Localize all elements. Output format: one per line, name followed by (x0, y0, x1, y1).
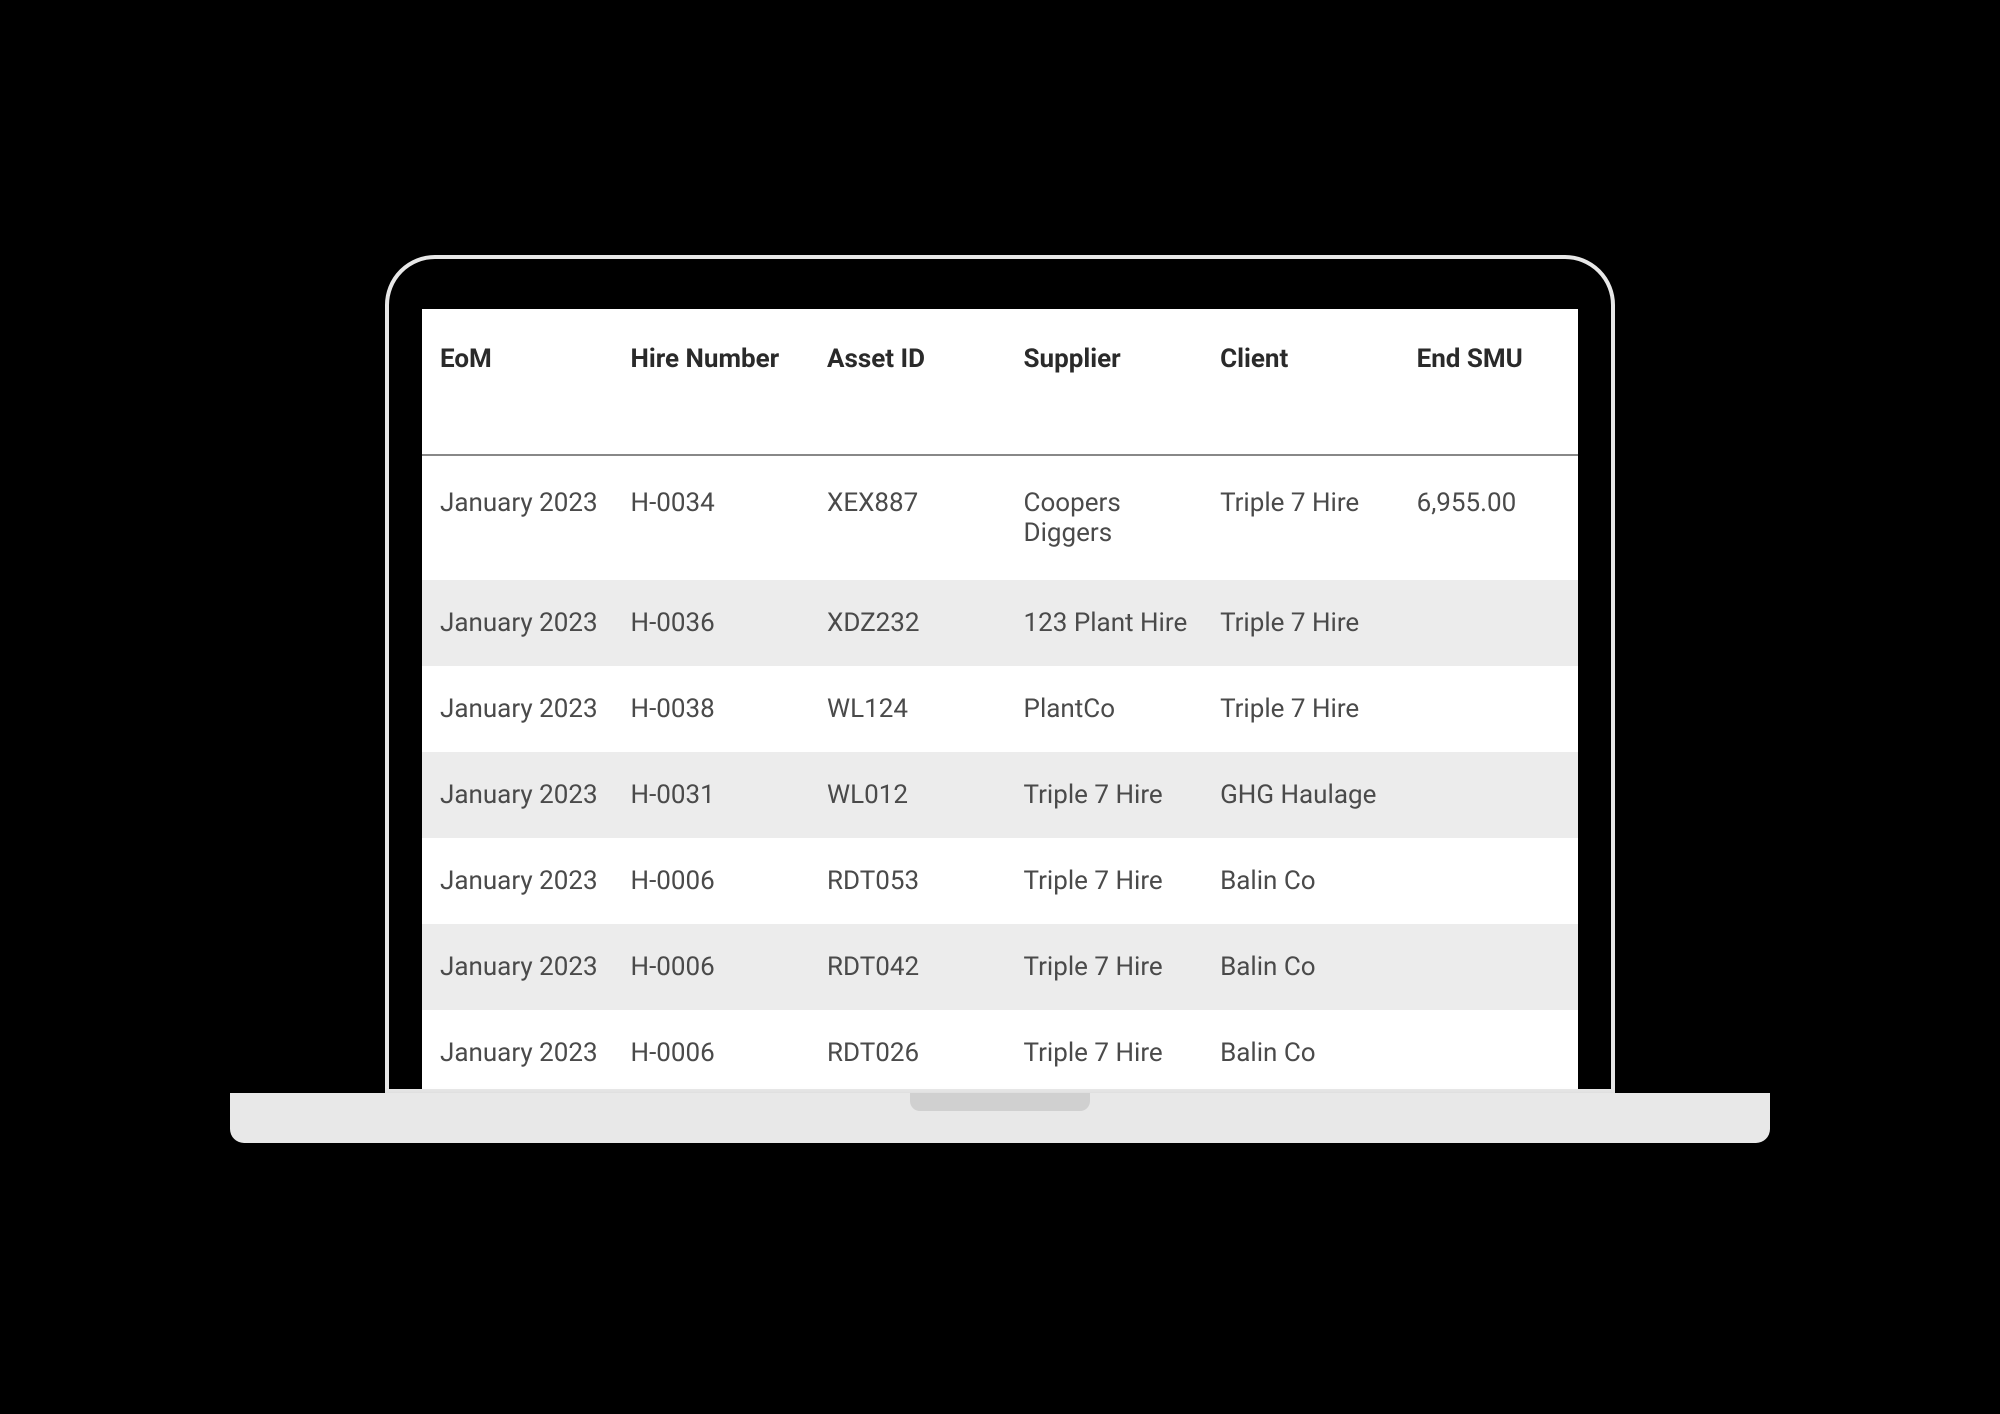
cell-eom: January 2023 (422, 924, 619, 1010)
cell-eom: January 2023 (422, 838, 619, 924)
cell-eom: January 2023 (422, 752, 619, 838)
laptop-mockup: EoM Hire Number Asset ID Supplier Client… (385, 255, 1615, 1143)
cell-client: Triple 7 Hire (1208, 666, 1405, 752)
cell-end-smu (1405, 924, 1578, 1010)
cell-supplier: PlantCo (1012, 666, 1209, 752)
cell-eom: January 2023 (422, 455, 619, 580)
table-row[interactable]: January 2023 H-0034 XEX887 Coopers Digge… (422, 455, 1578, 580)
laptop-base (230, 1093, 1770, 1143)
cell-asset-id: WL012 (815, 752, 1012, 838)
table-row[interactable]: January 2023 H-0038 WL124 PlantCo Triple… (422, 666, 1578, 752)
table-row[interactable]: January 2023 H-0006 RDT042 Triple 7 Hire… (422, 924, 1578, 1010)
laptop-screen-content: EoM Hire Number Asset ID Supplier Client… (422, 309, 1578, 1089)
cell-end-smu (1405, 838, 1578, 924)
cell-hire-number: H-0031 (619, 752, 816, 838)
cell-supplier: Triple 7 Hire (1012, 1010, 1209, 1089)
cell-asset-id: RDT053 (815, 838, 1012, 924)
cell-hire-number: H-0006 (619, 1010, 816, 1089)
table-row[interactable]: January 2023 H-0036 XDZ232 123 Plant Hir… (422, 580, 1578, 666)
table-row[interactable]: January 2023 H-0006 RDT053 Triple 7 Hire… (422, 838, 1578, 924)
cell-asset-id: WL124 (815, 666, 1012, 752)
table-row[interactable]: January 2023 H-0006 RDT026 Triple 7 Hire… (422, 1010, 1578, 1089)
table-body: January 2023 H-0034 XEX887 Coopers Digge… (422, 455, 1578, 1089)
cell-eom: January 2023 (422, 666, 619, 752)
header-supplier[interactable]: Supplier (1012, 309, 1209, 455)
cell-supplier: Triple 7 Hire (1012, 924, 1209, 1010)
cell-hire-number: H-0006 (619, 838, 816, 924)
header-hire-number[interactable]: Hire Number (619, 309, 816, 455)
cell-end-smu (1405, 752, 1578, 838)
cell-client: GHG Haulage (1208, 752, 1405, 838)
cell-asset-id: RDT042 (815, 924, 1012, 1010)
cell-eom: January 2023 (422, 1010, 619, 1089)
table-row[interactable]: January 2023 H-0031 WL012 Triple 7 Hire … (422, 752, 1578, 838)
hire-data-table: EoM Hire Number Asset ID Supplier Client… (422, 309, 1578, 1089)
cell-end-smu (1405, 580, 1578, 666)
cell-end-smu: 6,955.00 (1405, 455, 1578, 580)
cell-client: Balin Co (1208, 838, 1405, 924)
cell-asset-id: XDZ232 (815, 580, 1012, 666)
cell-hire-number: H-0038 (619, 666, 816, 752)
cell-client: Triple 7 Hire (1208, 455, 1405, 580)
cell-asset-id: XEX887 (815, 455, 1012, 580)
cell-hire-number: H-0006 (619, 924, 816, 1010)
header-client[interactable]: Client (1208, 309, 1405, 455)
cell-eom: January 2023 (422, 580, 619, 666)
cell-client: Balin Co (1208, 1010, 1405, 1089)
header-eom[interactable]: EoM (422, 309, 619, 455)
cell-hire-number: H-0034 (619, 455, 816, 580)
cell-supplier: 123 Plant Hire (1012, 580, 1209, 666)
header-end-smu[interactable]: End SMU (1405, 309, 1578, 455)
cell-client: Triple 7 Hire (1208, 580, 1405, 666)
laptop-notch (910, 1093, 1090, 1111)
cell-hire-number: H-0036 (619, 580, 816, 666)
cell-supplier: Triple 7 Hire (1012, 752, 1209, 838)
cell-end-smu (1405, 666, 1578, 752)
cell-supplier: Triple 7 Hire (1012, 838, 1209, 924)
cell-supplier: Coopers Diggers (1012, 455, 1209, 580)
cell-asset-id: RDT026 (815, 1010, 1012, 1089)
laptop-screen-bezel: EoM Hire Number Asset ID Supplier Client… (385, 255, 1615, 1093)
cell-client: Balin Co (1208, 924, 1405, 1010)
table-header-row: EoM Hire Number Asset ID Supplier Client… (422, 309, 1578, 455)
header-asset-id[interactable]: Asset ID (815, 309, 1012, 455)
cell-end-smu (1405, 1010, 1578, 1089)
